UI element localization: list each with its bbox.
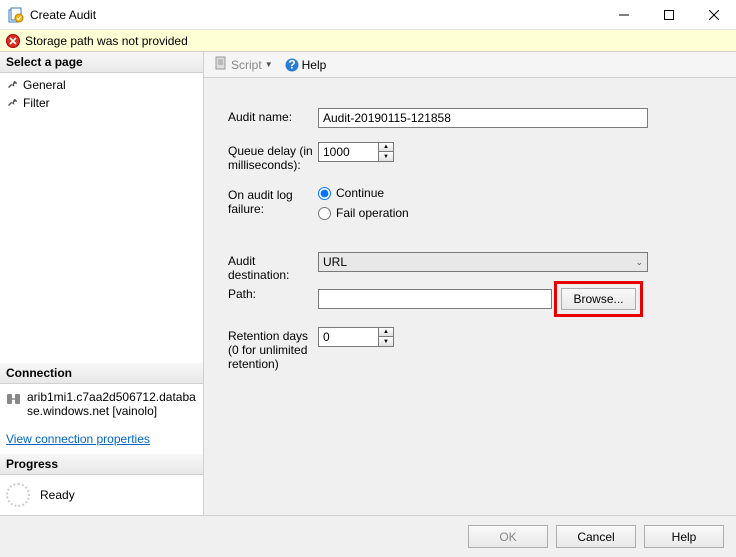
svg-text:?: ?	[288, 58, 295, 72]
maximize-button[interactable]	[646, 0, 691, 29]
audit-name-input[interactable]	[318, 108, 648, 128]
select-page-header: Select a page	[0, 52, 203, 73]
radio-continue[interactable]: Continue	[318, 186, 409, 200]
form-area: Audit name: Queue delay (in milliseconds…	[204, 78, 736, 415]
retention-spinner[interactable]: ▲ ▼	[318, 327, 396, 347]
error-bar: Storage path was not provided	[0, 30, 736, 52]
toolbar: Script ▼ ? Help	[204, 52, 736, 78]
error-icon	[6, 34, 20, 48]
server-icon	[6, 392, 22, 406]
window-controls	[601, 0, 736, 29]
ok-button[interactable]: OK	[468, 525, 548, 548]
footer: OK Cancel Help	[0, 515, 736, 557]
spin-up-button[interactable]: ▲	[378, 327, 394, 337]
cancel-button[interactable]: Cancel	[556, 525, 636, 548]
audit-dest-select[interactable]: URL ⌄	[318, 252, 648, 272]
progress-content: Ready	[0, 475, 203, 515]
wrench-icon	[6, 97, 19, 110]
progress-spinner-icon	[6, 483, 30, 507]
left-panel: Select a page General Filter Connection	[0, 52, 204, 515]
minimize-button[interactable]	[601, 0, 646, 29]
help-icon: ?	[285, 58, 299, 72]
connection-header: Connection	[0, 363, 203, 384]
right-panel: Script ▼ ? Help Audit name: Queue delay …	[204, 52, 736, 515]
close-button[interactable]	[691, 0, 736, 29]
title-bar: Create Audit	[0, 0, 736, 30]
script-icon	[214, 56, 228, 73]
retention-input[interactable]	[318, 327, 378, 347]
highlight-box: Browse...	[554, 281, 643, 317]
radio-fail-label: Fail operation	[336, 206, 409, 220]
on-failure-label: On audit log failure:	[228, 186, 318, 216]
radio-continue-label: Continue	[336, 186, 384, 200]
connection-content: arib1mi1.c7aa2d506712.database.windows.n…	[0, 384, 203, 424]
page-item-label: General	[23, 78, 66, 92]
retention-label: Retention days (0 for unlimited retentio…	[228, 327, 318, 371]
radio-continue-input[interactable]	[318, 187, 331, 200]
chevron-down-icon: ▼	[265, 60, 273, 69]
page-item-general[interactable]: General	[0, 76, 203, 94]
spin-down-button[interactable]: ▼	[378, 152, 394, 162]
progress-header: Progress	[0, 454, 203, 475]
help-label: Help	[302, 58, 327, 72]
path-input[interactable]	[318, 289, 552, 309]
view-connection-properties-link[interactable]: View connection properties	[0, 424, 203, 454]
wrench-icon	[6, 79, 19, 92]
error-message: Storage path was not provided	[25, 34, 188, 48]
on-failure-radio-group: Continue Fail operation	[318, 186, 409, 220]
connection-server: arib1mi1.c7aa2d506712.database.windows.n…	[27, 390, 197, 418]
queue-delay-input[interactable]	[318, 142, 378, 162]
help-button[interactable]: ? Help	[281, 56, 331, 74]
audit-dest-label: Audit destination:	[228, 252, 318, 282]
progress-status: Ready	[40, 488, 75, 502]
audit-name-label: Audit name:	[228, 108, 318, 124]
path-label: Path:	[228, 285, 318, 301]
radio-fail-operation[interactable]: Fail operation	[318, 206, 409, 220]
chevron-down-icon: ⌄	[635, 257, 643, 268]
queue-delay-spinner[interactable]: ▲ ▼	[318, 142, 396, 162]
script-label: Script	[231, 58, 262, 72]
radio-fail-input[interactable]	[318, 207, 331, 220]
page-item-filter[interactable]: Filter	[0, 94, 203, 112]
app-icon	[8, 7, 24, 23]
spin-down-button[interactable]: ▼	[378, 337, 394, 347]
audit-dest-value: URL	[323, 255, 347, 269]
window-title: Create Audit	[30, 8, 601, 22]
queue-delay-label: Queue delay (in milliseconds):	[228, 142, 318, 172]
help-footer-button[interactable]: Help	[644, 525, 724, 548]
browse-button[interactable]: Browse...	[561, 288, 636, 310]
page-item-label: Filter	[23, 96, 50, 110]
script-button[interactable]: Script ▼	[210, 54, 277, 75]
page-list: General Filter	[0, 73, 203, 115]
spin-up-button[interactable]: ▲	[378, 142, 394, 152]
